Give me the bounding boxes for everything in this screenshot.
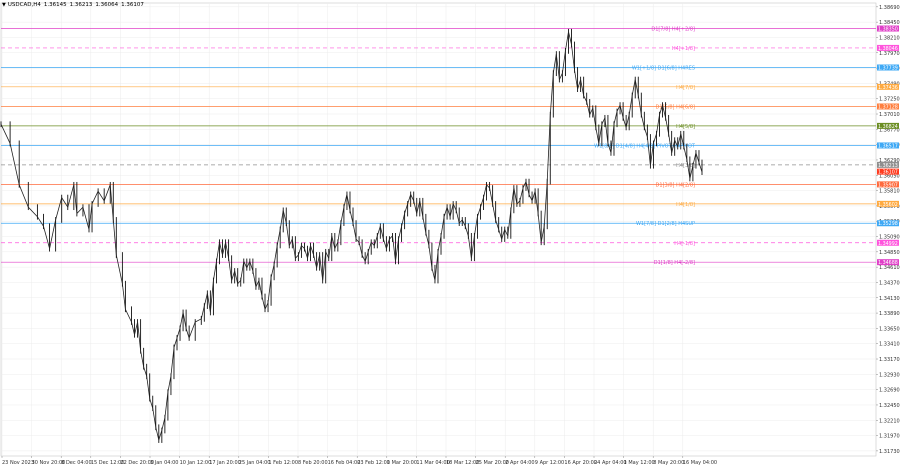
level-price-tag-text: 1.36824 xyxy=(878,124,898,130)
level-label: D1[3/8] H4[2/8] xyxy=(656,182,696,188)
x-tick-label: 17 Jan 20:00 xyxy=(209,460,241,466)
x-tick-label: 9 Apr 12:00 xyxy=(535,460,564,466)
plot-frame xyxy=(0,2,877,457)
y-tick-label: 1.33170 xyxy=(879,357,900,363)
y-tick-label: 1.33650 xyxy=(879,326,900,332)
y-tick-label: 1.34370 xyxy=(879,280,900,286)
y-tick-label: 1.37250 xyxy=(879,97,900,103)
high-price: 1.36213 xyxy=(69,2,93,8)
price-chart[interactable]: 23 Nov 2023 30 Nov 20:00 8 Dec 04:00 15 Dec… xyxy=(0,0,900,468)
level-price-tag-text: 1.37128 xyxy=(878,104,898,110)
y-tick-label: 1.34850 xyxy=(879,250,900,256)
x-tick-label: 1 Mar 20:00 xyxy=(387,460,417,466)
y-tick-label: 1.34130 xyxy=(879,296,900,302)
price-series-line xyxy=(0,31,703,442)
open-price: 1.36145 xyxy=(43,2,67,8)
x-tick-label: 8 May 20:00 xyxy=(653,460,684,466)
x-tick-label: 16 May 04:00 xyxy=(683,460,717,466)
level-price-tag-text: 1.38350 xyxy=(878,27,898,33)
x-tick-label: 25 Jan 04:00 xyxy=(239,460,271,466)
x-tick-label: 3 Jan 04:00 xyxy=(150,460,178,466)
level-price-tag-text: 1.34992 xyxy=(878,241,898,247)
x-tick-label: 8 Dec 04:00 xyxy=(61,460,91,466)
y-tick-label: 1.35810 xyxy=(879,189,900,195)
current-price-tag-text: 1.36107 xyxy=(878,170,898,176)
level-label: D1[7/8] H4[+2/8] xyxy=(651,27,695,33)
triangle-down-icon[interactable]: ▼ xyxy=(2,2,6,9)
x-tick-label: 16 Feb 04:00 xyxy=(328,460,361,466)
level-price-tag-text: 1.36517 xyxy=(878,143,898,149)
y-tick-label: 1.31730 xyxy=(879,449,900,455)
level-label: H4[7/8] xyxy=(676,85,695,91)
y-tick-label: 1.33410 xyxy=(879,342,900,348)
x-tick-label: 8 Feb 20:00 xyxy=(298,460,328,466)
level-label: W1[7/8] D1[2/8] H4SUP xyxy=(636,221,695,227)
level-price-tag-text: 1.35298 xyxy=(878,221,898,227)
y-tick-label: 1.37010 xyxy=(879,112,900,118)
y-tick-label: 1.32690 xyxy=(879,388,900,394)
chart-canvas[interactable]: 23 Nov 202330 Nov 20:008 Dec 04:00 15 Dec… xyxy=(0,0,900,468)
x-tick-label: 25 Mar 20:00 xyxy=(476,460,509,466)
level-label: D1[1/8] H4[-2/8] xyxy=(654,260,695,266)
level-price-tag-text: 1.37436 xyxy=(878,85,898,91)
level-price-tag-text: 1.36213 xyxy=(878,163,898,169)
level-price-tag-text: 1.34688 xyxy=(878,260,898,266)
x-tick-label: 18 Mar 12:00 xyxy=(446,460,479,466)
x-tick-label: 24 Apr 04:00 xyxy=(594,460,627,466)
symbol-header: ▼ USDCAD,H4 1.36145 1.36213 1.36064 1.36107 xyxy=(2,2,147,9)
y-tick-label: 1.33890 xyxy=(879,311,900,317)
level-price-tag-text: 1.35907 xyxy=(878,182,898,188)
x-tick-label: 23 Feb 12:00 xyxy=(357,460,390,466)
y-tick-label: 1.38450 xyxy=(879,20,900,26)
x-tick-label: 22 Dec 20:00 xyxy=(120,460,154,466)
y-tick-label: 1.32450 xyxy=(879,403,900,409)
x-tick-label: 1 Feb 12:00 xyxy=(268,460,298,466)
x-tick-label: 10 Jan 12:00 xyxy=(180,460,212,466)
y-tick-label: 1.35090 xyxy=(879,235,900,241)
level-label: H4[1/8] xyxy=(676,202,695,208)
level-label: W1[+1/8] D1[6/8] H4RES xyxy=(632,66,695,72)
y-tick-label: 1.32210 xyxy=(879,418,900,424)
x-tick-label: 15 Dec 12:00 xyxy=(91,460,125,466)
level-price-tag-text: 1.37739 xyxy=(878,66,898,72)
x-tick-label: 1 May 12:00 xyxy=(624,460,655,466)
close-price: 1.36107 xyxy=(121,2,144,8)
x-tick-label: 2 Apr 04:00 xyxy=(505,460,534,466)
symbol-timeframe: USDCAD,H4 xyxy=(7,2,41,8)
x-tick-label: 23 Nov 2023 xyxy=(2,460,34,466)
level-price-tag-text: 1.35602 xyxy=(878,202,898,208)
level-label: H4[-1/8] xyxy=(674,241,695,247)
level-label: H4[+1/8] xyxy=(672,46,695,52)
low-price: 1.36064 xyxy=(95,2,119,8)
x-tick-label: 11 Mar 04:00 xyxy=(416,460,449,466)
y-tick-label: 1.31970 xyxy=(879,434,900,440)
level-price-tag-text: 1.38046 xyxy=(878,46,898,52)
y-tick-label: 1.38690 xyxy=(879,5,900,11)
x-tick-label: 16 Apr 20:00 xyxy=(564,460,597,466)
level-label: H4[5/8] xyxy=(676,124,695,130)
y-tick-label: 1.32930 xyxy=(879,372,900,378)
y-tick-label: 1.38210 xyxy=(879,35,900,41)
